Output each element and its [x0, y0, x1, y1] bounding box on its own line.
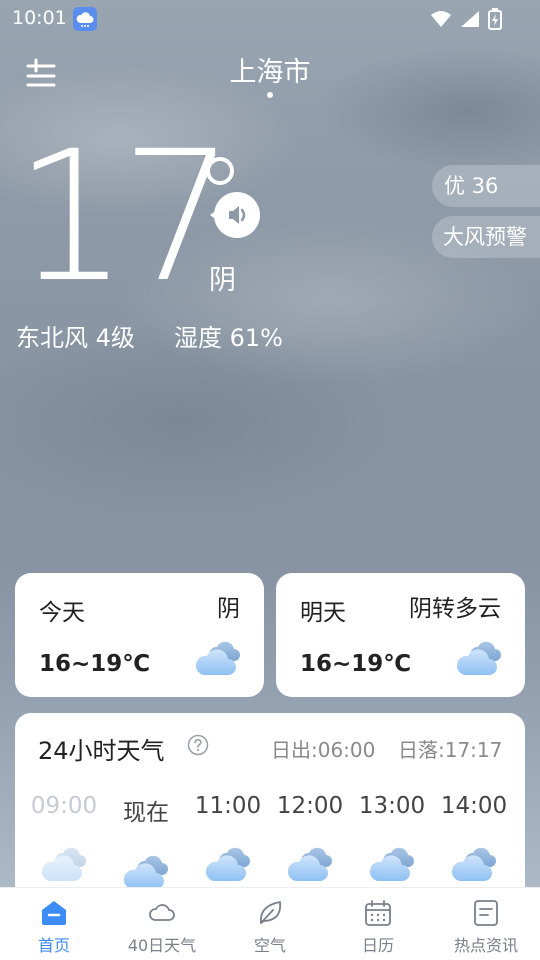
signal-icon — [461, 11, 479, 27]
hour-label: 14:00 — [440, 793, 508, 819]
hour-label: 现在 — [123, 800, 169, 826]
wind-info: 东北风 4级 — [16, 324, 135, 352]
card-condition: 阴转多云 — [409, 596, 501, 622]
card-day-label: 今天 — [39, 600, 85, 626]
sunset-time: 日落:17:17 — [398, 738, 503, 762]
degree-symbol — [206, 157, 234, 185]
cloudy-icon — [452, 847, 496, 881]
city-title[interactable]: 上海市 — [0, 50, 540, 89]
card-condition: 阴 — [217, 596, 240, 622]
nav-item-calendar[interactable]: 日历 — [324, 888, 432, 960]
hour-item: 11:00 — [187, 793, 269, 885]
home-icon — [42, 901, 66, 925]
news-icon — [474, 900, 498, 926]
battery-charging-icon — [488, 8, 502, 30]
cloudy-icon — [196, 641, 240, 675]
hour-item: 13:00 — [351, 793, 433, 885]
hour-item: 09:00 — [23, 793, 105, 885]
hour-label: 09:00 — [30, 793, 98, 819]
today-forecast-card[interactable]: 今天 阴 16~19℃ — [15, 573, 264, 697]
calendar-icon — [365, 900, 391, 926]
hour-item: 14:00 — [433, 793, 515, 885]
nav-item-news[interactable]: 热点资讯 — [432, 888, 540, 960]
cloud-icon — [149, 904, 175, 921]
hour-label: 13:00 — [358, 793, 426, 819]
nav-item-home[interactable]: 首页 — [0, 888, 108, 960]
cloudy-icon — [42, 847, 86, 881]
nav-label: 首页 — [37, 936, 70, 955]
nav-item-40-day[interactable]: 40日天气 — [108, 888, 216, 960]
bottom-nav: 首页 40日天气 空气 日历 热点资讯 — [0, 887, 540, 960]
page-indicator-dot — [267, 92, 273, 98]
current-condition: 阴 — [209, 265, 236, 296]
hour-label: 12:00 — [276, 793, 344, 819]
cloudy-icon — [288, 847, 332, 881]
nav-label: 热点资讯 — [453, 936, 518, 955]
speaker-icon[interactable] — [208, 192, 262, 238]
wind-warning-badge[interactable]: 大风预警 — [432, 216, 540, 258]
wifi-icon — [431, 11, 451, 27]
card-day-label: 明天 — [300, 600, 346, 626]
nav-label: 40日天气 — [127, 936, 197, 955]
nav-label: 日历 — [361, 936, 394, 955]
weather-app-icon — [73, 7, 97, 31]
leaf-icon — [259, 901, 282, 924]
status-icons — [430, 8, 502, 30]
humidity-info: 湿度 61% — [174, 324, 283, 352]
hourly-title: 24小时天气 — [38, 737, 165, 765]
nav-item-air[interactable]: 空气 — [216, 888, 324, 960]
help-icon[interactable] — [187, 734, 209, 756]
nav-label: 空气 — [253, 936, 286, 955]
current-temperature: 17 — [14, 113, 235, 322]
status-time: 10:01 — [12, 7, 67, 29]
hour-item: 现在 — [105, 793, 187, 893]
status-bar: 10:01 — [0, 0, 540, 38]
card-temp-range: 16~19℃ — [300, 651, 412, 677]
card-temp-range: 16~19℃ — [39, 651, 151, 677]
cloudy-icon — [457, 641, 501, 675]
tomorrow-forecast-card[interactable]: 明天 阴转多云 16~19℃ — [276, 573, 525, 697]
sunrise-time: 日出:06:00 — [271, 738, 376, 762]
aqi-badge[interactable]: 优 36 — [432, 165, 540, 207]
hour-label: 11:00 — [194, 793, 262, 819]
cloudy-icon — [206, 847, 250, 881]
hour-item: 12:00 — [269, 793, 351, 885]
cloudy-icon — [370, 847, 414, 881]
